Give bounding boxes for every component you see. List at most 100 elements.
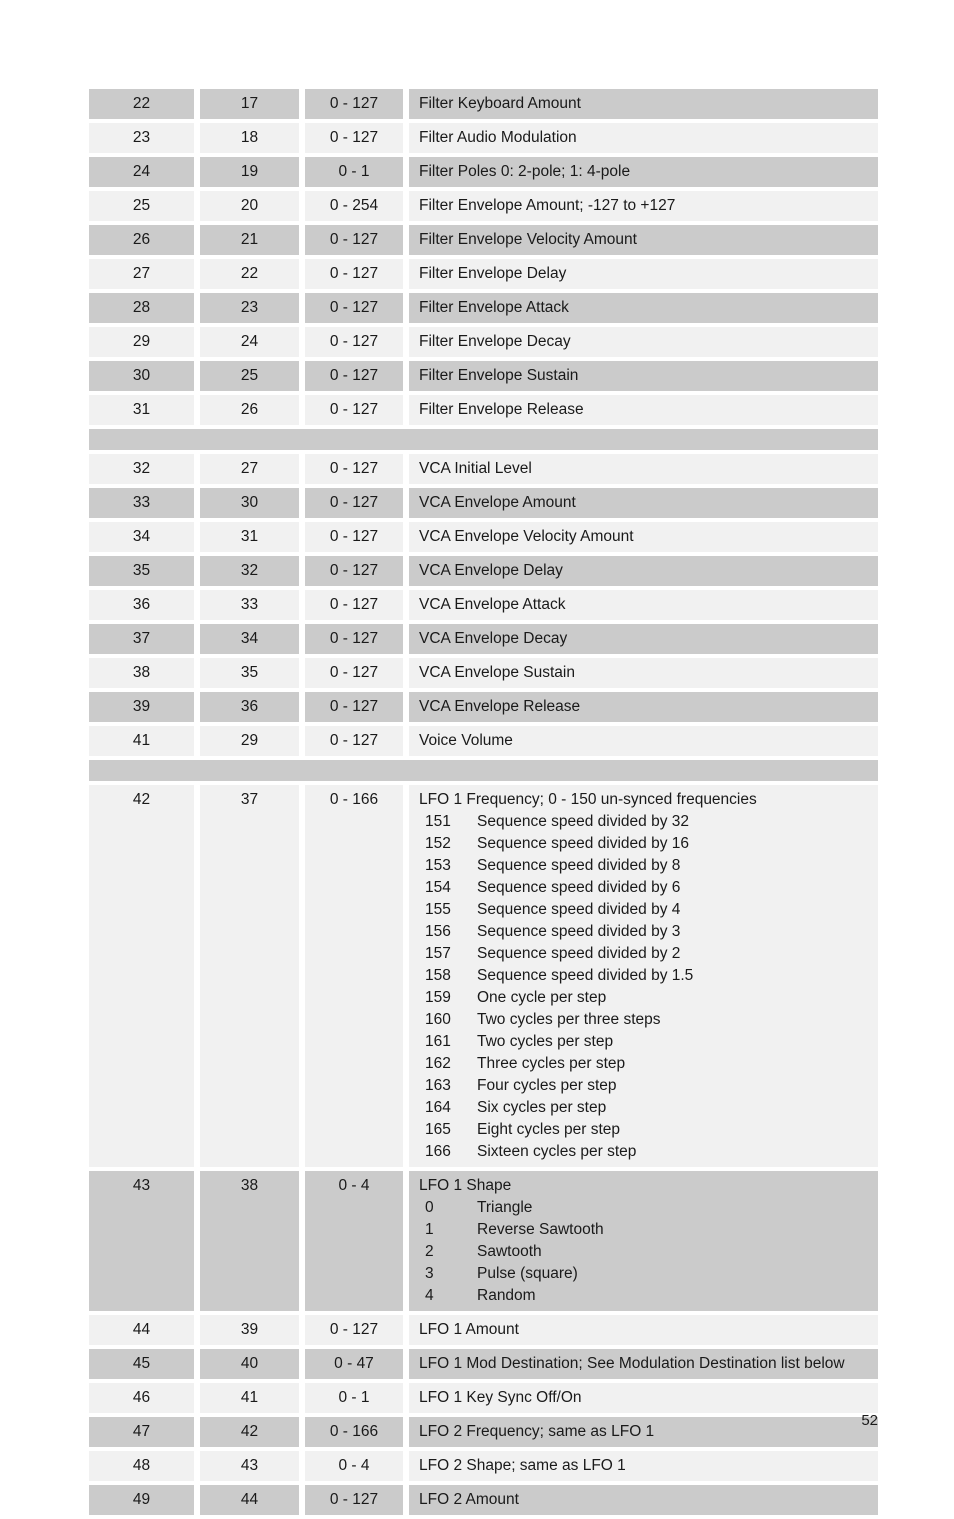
sublist-item-label: Sixteen cycles per step — [477, 1143, 637, 1160]
cell-nrpn-number: 35 — [89, 556, 194, 586]
table-row: 44 39 0 - 127 LFO 1 Amount — [89, 1315, 878, 1345]
table-row: 48 43 0 - 4 LFO 2 Shape; same as LFO 1 — [89, 1451, 878, 1481]
cell-description: Voice Volume — [409, 726, 878, 756]
table-row: 41 29 0 - 127 Voice Volume — [89, 726, 878, 756]
cell-parameter-number: 43 — [200, 1451, 299, 1481]
sublist-item-value: 156 — [425, 923, 451, 940]
sublist-item-label: Three cycles per step — [477, 1055, 626, 1072]
table-row: 27 22 0 - 127 Filter Envelope Delay — [89, 259, 878, 289]
description-text: VCA Envelope Attack — [419, 596, 566, 613]
table-row: 45 40 0 - 47 LFO 1 Mod Destination; See Mod… — [89, 1349, 878, 1379]
cell-value-range: 0 - 166 — [305, 1417, 403, 1447]
cell-description: Filter Envelope Attack — [409, 293, 878, 323]
description-text: VCA Envelope Decay — [419, 630, 568, 647]
sublist-item-value: 157 — [425, 945, 451, 962]
table-row: 42 37 0 - 166 LFO 1 Frequency; 0 - 150 un-s… — [89, 785, 878, 1167]
value-sublist-item: 155 Sequence speed divided by 4 — [419, 899, 870, 921]
cell-description: Filter Envelope Decay — [409, 327, 878, 357]
table-row: 32 27 0 - 127 VCA Initial Level — [89, 454, 878, 484]
cell-value-range: 0 - 127 — [305, 556, 403, 586]
value-sublist-item: 3 Pulse (square) — [419, 1263, 870, 1285]
cell-description: Filter Envelope Delay — [409, 259, 878, 289]
sublist-item-label: Sequence speed divided by 2 — [477, 945, 681, 962]
cell-value-range: 0 - 127 — [305, 522, 403, 552]
table-row: 35 32 0 - 127 VCA Envelope Delay — [89, 556, 878, 586]
document-page: 22 17 0 - 127 Filter Keyboard Amount 23 18 0 -… — [0, 0, 954, 1515]
value-sublist-item: 158 Sequence speed divided by 1.5 — [419, 965, 870, 987]
description-text: LFO 1 Frequency; 0 - 150 un-synced frequ… — [419, 791, 757, 808]
value-sublist-item: 151 Sequence speed divided by 32 — [419, 811, 870, 833]
table-row: 49 44 0 - 127 LFO 2 Amount — [89, 1485, 878, 1515]
description-text: Filter Envelope Delay — [419, 265, 567, 282]
cell-description: VCA Envelope Delay — [409, 556, 878, 586]
cell-description: Filter Keyboard Amount — [409, 89, 878, 119]
cell-value-range: 0 - 166 — [305, 785, 403, 1167]
sublist-item-value: 155 — [425, 901, 451, 918]
description-text: LFO 2 Frequency; same as LFO 1 — [419, 1423, 655, 1440]
cell-value-range: 0 - 127 — [305, 361, 403, 391]
cell-value-range: 0 - 127 — [305, 624, 403, 654]
sublist-item-label: Eight cycles per step — [477, 1121, 621, 1138]
cell-value-range: 0 - 127 — [305, 123, 403, 153]
value-sublist-item: 160 Two cycles per three steps — [419, 1009, 870, 1031]
sublist-item-label: Sequence speed divided by 6 — [477, 879, 681, 896]
sublist-item-label: Random — [477, 1287, 536, 1304]
cell-description: LFO 2 Frequency; same as LFO 1 — [409, 1417, 878, 1447]
cell-description: VCA Envelope Amount — [409, 488, 878, 518]
cell-value-range: 0 - 4 — [305, 1171, 403, 1311]
cell-nrpn-number: 42 — [89, 785, 194, 1167]
separator-bar — [89, 429, 878, 450]
cell-value-range: 0 - 127 — [305, 1485, 403, 1515]
sublist-item-label: Six cycles per step — [477, 1099, 607, 1116]
cell-value-range: 0 - 127 — [305, 293, 403, 323]
sublist-item-value: 0 — [425, 1199, 434, 1216]
cell-parameter-number: 24 — [200, 327, 299, 357]
sublist-item-label: Sequence speed divided by 16 — [477, 835, 689, 852]
cell-value-range: 0 - 127 — [305, 259, 403, 289]
cell-nrpn-number: 44 — [89, 1315, 194, 1345]
cell-parameter-number: 36 — [200, 692, 299, 722]
sublist-item-label: Sequence speed divided by 3 — [477, 923, 681, 940]
description-text: VCA Envelope Delay — [419, 562, 563, 579]
cell-nrpn-number: 28 — [89, 293, 194, 323]
table-row: 38 35 0 - 127 VCA Envelope Sustain — [89, 658, 878, 688]
cell-nrpn-number: 25 — [89, 191, 194, 221]
cell-description: VCA Envelope Velocity Amount — [409, 522, 878, 552]
cell-description: VCA Envelope Decay — [409, 624, 878, 654]
value-sublist-item: 2 Sawtooth — [419, 1241, 870, 1263]
cell-parameter-number: 35 — [200, 658, 299, 688]
cell-nrpn-number: 24 — [89, 157, 194, 187]
cell-parameter-number: 27 — [200, 454, 299, 484]
cell-nrpn-number: 33 — [89, 488, 194, 518]
cell-parameter-number: 19 — [200, 157, 299, 187]
value-sublist-item: 153 Sequence speed divided by 8 — [419, 855, 870, 877]
sublist-item-label: One cycle per step — [477, 989, 607, 1006]
cell-value-range: 0 - 127 — [305, 488, 403, 518]
cell-nrpn-number: 41 — [89, 726, 194, 756]
cell-value-range: 0 - 127 — [305, 1315, 403, 1345]
sublist-item-label: Sequence speed divided by 8 — [477, 857, 681, 874]
sublist-item-value: 163 — [425, 1077, 451, 1094]
cell-parameter-number: 29 — [200, 726, 299, 756]
separator-bar — [89, 760, 878, 781]
value-sublist-item: 161 Two cycles per step — [419, 1031, 870, 1053]
cell-nrpn-number: 38 — [89, 658, 194, 688]
description-text: Filter Audio Modulation — [419, 129, 577, 146]
description-text: LFO 2 Amount — [419, 1491, 519, 1508]
sublist-item-value: 162 — [425, 1055, 451, 1072]
cell-nrpn-number: 27 — [89, 259, 194, 289]
sublist-item-value: 1 — [425, 1221, 434, 1238]
cell-description: LFO 1 Frequency; 0 - 150 un-synced frequ… — [409, 785, 878, 1167]
cell-nrpn-number: 22 — [89, 89, 194, 119]
cell-value-range: 0 - 127 — [305, 89, 403, 119]
table-row: 33 30 0 - 127 VCA Envelope Amount — [89, 488, 878, 518]
sublist-item-label: Reverse Sawtooth — [477, 1221, 604, 1238]
cell-nrpn-number: 23 — [89, 123, 194, 153]
description-text: LFO 2 Shape; same as LFO 1 — [419, 1457, 626, 1474]
cell-nrpn-number: 45 — [89, 1349, 194, 1379]
table-row: 37 34 0 - 127 VCA Envelope Decay — [89, 624, 878, 654]
table-row: 28 23 0 - 127 Filter Envelope Attack — [89, 293, 878, 323]
value-sublist-item: 159 One cycle per step — [419, 987, 870, 1009]
description-text: LFO 1 Mod Destination; See Modulation De… — [419, 1355, 845, 1372]
table-row: 29 24 0 - 127 Filter Envelope Decay — [89, 327, 878, 357]
